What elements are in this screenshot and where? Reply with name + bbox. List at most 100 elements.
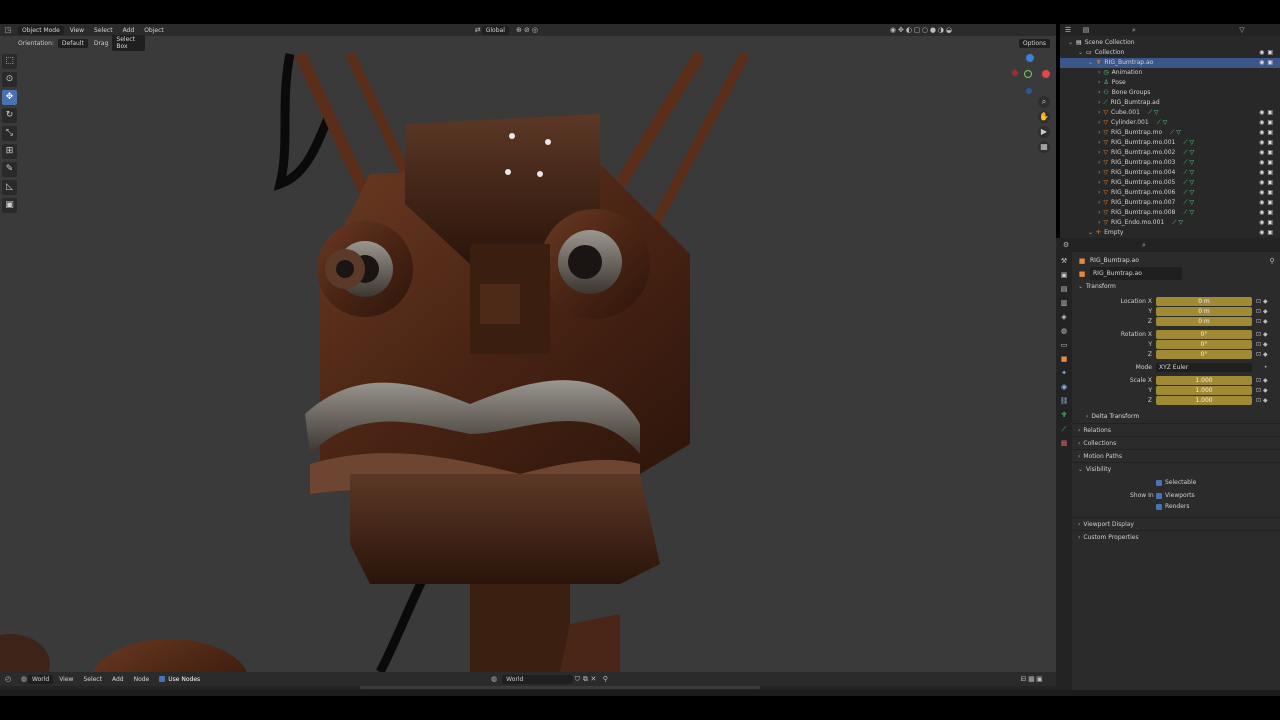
shader-type-dropdown[interactable]: World	[28, 674, 54, 684]
scene-tab-icon[interactable]: ◈	[1059, 312, 1069, 322]
outliner-row[interactable]: › ▽ RIG_Bumtrap.mo.001 ◉▣ ⟋ ▽	[1060, 138, 1280, 148]
expand-chevron-icon[interactable]: ›	[1098, 149, 1100, 156]
transform-panel-header[interactable]: ⌄ Transform	[1072, 280, 1280, 293]
fake-user-icon[interactable]: ⛉	[573, 675, 581, 683]
select-box-tool[interactable]: ⬚	[2, 54, 17, 69]
shading-wire-icon[interactable]: ○	[921, 26, 929, 34]
visibility-eye-icon[interactable]: ◉▣	[1259, 208, 1276, 218]
visibility-eye-icon[interactable]: ◉▣	[1259, 168, 1276, 178]
visibility-eye-icon[interactable]: ◉▣	[1259, 218, 1276, 228]
rotation-mode-dropdown[interactable]: XYZ Euler	[1156, 363, 1252, 372]
expand-chevron-icon[interactable]: ›	[1098, 79, 1100, 86]
collection-tab-icon[interactable]: ▭	[1059, 340, 1069, 350]
menu-add[interactable]: Add	[123, 27, 135, 34]
armature-data-tab-icon[interactable]: ♆	[1059, 410, 1069, 420]
menu-select[interactable]: Select	[94, 27, 113, 34]
visibility-eye-icon[interactable]: ◉▣	[1259, 188, 1276, 198]
world-datablock-field[interactable]: World	[502, 674, 574, 684]
lock-keyframe-icons[interactable]: ⊡◆	[1256, 330, 1270, 340]
snap-icon[interactable]: ⊘	[523, 26, 531, 34]
scale-y-field[interactable]: 1.000	[1156, 386, 1252, 395]
measure-tool[interactable]: ◺	[2, 180, 17, 195]
expand-chevron-icon[interactable]: ›	[1098, 199, 1100, 206]
outliner-row[interactable]: › ▽ Cube.001 ◉▣ ⟋ ▽	[1060, 108, 1280, 118]
node-editor-type-icon[interactable]: ◴	[4, 675, 12, 683]
object-name-field[interactable]: RIG_Bumtrap.ao	[1090, 267, 1182, 280]
location-x-field[interactable]: 0 m	[1156, 297, 1252, 306]
expand-chevron-icon[interactable]: ›	[1098, 109, 1100, 116]
expand-chevron-icon[interactable]: ›	[1098, 89, 1100, 96]
options-button[interactable]: Options	[1018, 38, 1050, 48]
pan-hand-icon[interactable]: ✋	[1038, 111, 1050, 123]
drag-dropdown[interactable]: Select Box	[112, 35, 145, 51]
transform-tool[interactable]: ⊞	[2, 144, 17, 159]
location-y-field[interactable]: 0 m	[1156, 307, 1252, 316]
visibility-eye-icon[interactable]: ◉▣	[1259, 138, 1276, 148]
visibility-eye-icon[interactable]: ◉▣	[1259, 128, 1276, 138]
pin-icon[interactable]: ⚲	[1268, 257, 1276, 265]
search-icon[interactable]: ⌕	[1130, 26, 1138, 34]
outliner-row[interactable]: › ⚇ Bone Groups	[1060, 88, 1280, 98]
expand-chevron-icon[interactable]: ›	[1098, 169, 1100, 176]
outliner-row[interactable]: › ▽ RIG_Bumtrap.mo.002 ◉▣ ⟋ ▽	[1060, 148, 1280, 158]
visibility-eye-icon[interactable]: ◉▣	[1259, 118, 1276, 128]
visibility-eye-icon[interactable]: ◉▣	[1259, 228, 1276, 238]
location-z-field[interactable]: 0 m	[1156, 317, 1252, 326]
texture-tab-icon[interactable]: ▩	[1059, 438, 1069, 448]
outliner-row[interactable]: › ▽ RIG_Endo.mo.001 ◉▣ ⟋ ▽	[1060, 218, 1280, 228]
selectable-checkbox[interactable]: Selectable	[1156, 479, 1196, 486]
scale-x-field[interactable]: 1.000	[1156, 376, 1252, 385]
proportional-edit-icon[interactable]: ◎	[531, 26, 539, 34]
gizmo-x-axis[interactable]	[1042, 70, 1050, 78]
rotation-x-field[interactable]: 0°	[1156, 330, 1252, 339]
overlay-node-icon[interactable]: ▦	[1027, 675, 1035, 683]
node-menu-view[interactable]: View	[59, 676, 73, 683]
outliner-row[interactable]: › ⟋ RIG_Bumtrap.ad	[1060, 98, 1280, 108]
outliner-row[interactable]: › ▽ RIG_Bumtrap.mo.008 ◉▣ ⟋ ▽	[1060, 208, 1280, 218]
keyframe-icon[interactable]: •	[1256, 363, 1269, 373]
visibility-eye-icon[interactable]: ◉▣	[1259, 48, 1276, 58]
expand-chevron-icon[interactable]: ⌄	[1068, 39, 1073, 46]
transform-orientation-dropdown[interactable]: Global	[481, 25, 509, 35]
outliner-editor-icon[interactable]: ☰	[1064, 26, 1072, 34]
output-tab-icon[interactable]: ▤	[1059, 284, 1069, 294]
outliner-row[interactable]: › ▽ RIG_Bumtrap.mo.006 ◉▣ ⟋ ▽	[1060, 188, 1280, 198]
custom-properties-panel[interactable]: › Custom Properties	[1072, 530, 1280, 543]
overlay-icon[interactable]: ◐	[905, 26, 913, 34]
relations-panel[interactable]: › Relations	[1072, 423, 1280, 436]
display-mode-icon[interactable]: ▤	[1082, 26, 1090, 34]
scale-tool[interactable]: ⤡	[2, 126, 17, 141]
menu-object[interactable]: Object	[144, 27, 164, 34]
physics-tab-icon[interactable]: ◉	[1059, 382, 1069, 392]
lock-keyframe-icons[interactable]: ⊡◆	[1256, 317, 1270, 327]
node-menu-select[interactable]: Select	[83, 676, 102, 683]
pivot-icon[interactable]: ⊕	[515, 26, 523, 34]
gizmo-neg-x-axis[interactable]	[1012, 70, 1018, 76]
rotate-tool[interactable]: ↻	[2, 108, 17, 123]
expand-chevron-icon[interactable]: ›	[1098, 119, 1100, 126]
outliner-row[interactable]: ⌄ ▭ Collection ◉▣	[1060, 48, 1280, 58]
expand-chevron-icon[interactable]: ›	[1098, 179, 1100, 186]
cursor-tool[interactable]: ⊙	[2, 72, 17, 87]
lock-keyframe-icons[interactable]: ⊡◆	[1256, 350, 1270, 360]
pin-node-icon[interactable]: ⚲	[601, 675, 609, 683]
render-tab-icon[interactable]: ▣	[1059, 270, 1069, 280]
expand-chevron-icon[interactable]: ›	[1098, 69, 1100, 76]
expand-chevron-icon[interactable]: ›	[1098, 189, 1100, 196]
filter-icon[interactable]: ▽	[1238, 26, 1246, 34]
unlink-icon[interactable]: ✕	[589, 675, 597, 683]
bone-tab-icon[interactable]: ⟋	[1059, 424, 1069, 434]
view-layer-tab-icon[interactable]: ▥	[1059, 298, 1069, 308]
lock-keyframe-icons[interactable]: ⊡◆	[1256, 376, 1270, 386]
outliner-row[interactable]: › ▽ RIG_Bumtrap.mo.004 ◉▣ ⟋ ▽	[1060, 168, 1280, 178]
shading-render-icon[interactable]: ◒	[945, 26, 953, 34]
gizmo-z-axis[interactable]	[1026, 54, 1034, 62]
snap-node-icon[interactable]: ⊟	[1019, 675, 1027, 683]
outliner-row[interactable]: ⌄ ♆ RIG_Bumtrap.ao ◉▣	[1060, 58, 1280, 68]
lock-keyframe-icons[interactable]: ⊡◆	[1256, 307, 1270, 317]
visibility-panel-header[interactable]: ⌄ Visibility	[1072, 462, 1280, 475]
expand-chevron-icon[interactable]: ⌄	[1088, 229, 1093, 236]
rotation-z-field[interactable]: 0°	[1156, 350, 1252, 359]
zoom-icon[interactable]: ⌕	[1038, 96, 1050, 108]
backdrop-icon[interactable]: ▣	[1035, 675, 1043, 683]
